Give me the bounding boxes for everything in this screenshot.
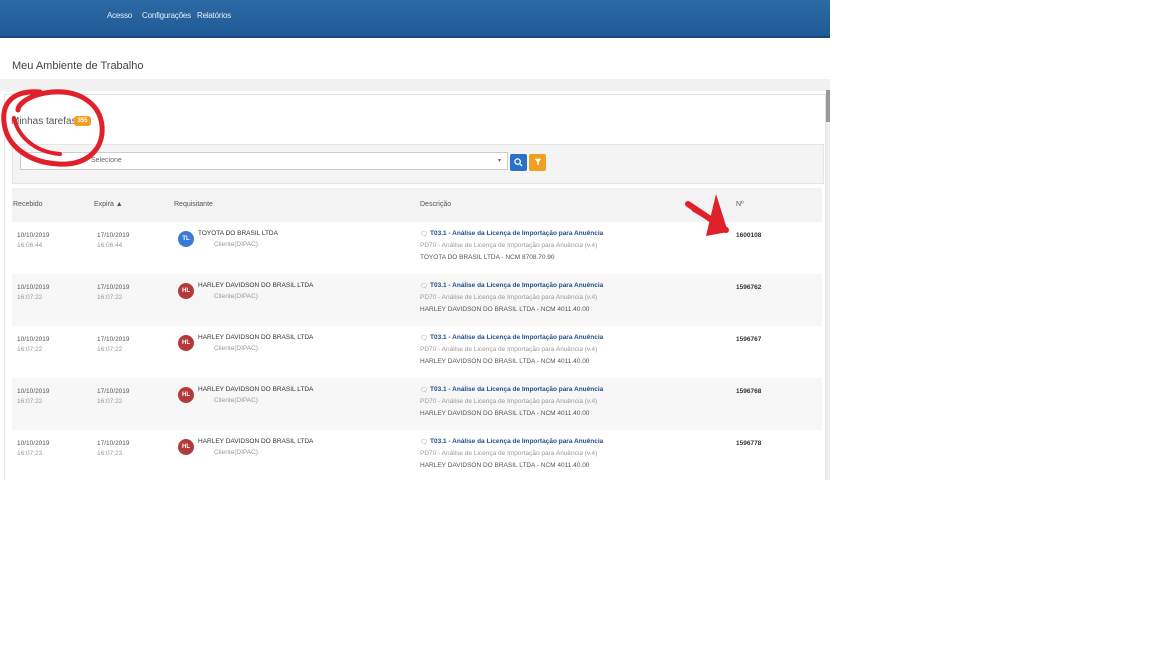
- received-time: 16:07:22: [17, 346, 43, 353]
- comment-icon: 🗨: [420, 231, 429, 238]
- col-numero[interactable]: Nº: [736, 201, 744, 208]
- task-title-link[interactable]: T03.1 - Análise da Licença de Importação…: [430, 334, 603, 341]
- task-detail: HARLEY DAVIDSON DO BRASIL LTDA - NCM 401…: [420, 462, 590, 469]
- task-process: PD70 - Análise de Licença de Importação …: [420, 450, 598, 457]
- scrollbar-thumb[interactable]: [826, 90, 830, 122]
- expires-date: 17/10/2019: [97, 232, 130, 239]
- requester-role: Cliente(DIPAC): [214, 241, 258, 248]
- requester-role: Cliente(DIPAC): [214, 293, 258, 300]
- requester-role: Cliente(DIPAC): [214, 449, 258, 456]
- page-title: Meu Ambiente de Trabalho: [12, 60, 144, 72]
- table-row[interactable]: [12, 222, 822, 274]
- filter-button[interactable]: [529, 154, 546, 171]
- expires-time: 16:07:23: [97, 450, 123, 457]
- table-row[interactable]: [12, 378, 822, 430]
- received-date: 10/10/2019: [17, 232, 50, 239]
- table-row[interactable]: [12, 274, 822, 326]
- task-process: PD70 - Análise de Licença de Importação …: [420, 398, 598, 405]
- expires-time: 16:07:22: [97, 346, 123, 353]
- task-title-link[interactable]: T03.1 - Análise da Licença de Importação…: [430, 282, 603, 289]
- filter-select-value: Selecione: [91, 157, 122, 164]
- requester-name: HARLEY DAVIDSON DO BRASIL LTDA: [198, 386, 314, 393]
- table-row[interactable]: [12, 326, 822, 378]
- received-time: 16:07:23: [17, 450, 43, 457]
- task-process: PD70 - Análise de Licença de Importação …: [420, 346, 598, 353]
- col-descricao[interactable]: Descrição: [420, 201, 451, 208]
- task-process: PD70 - Análise de Licença de Importação …: [420, 242, 598, 249]
- nav-relatorios[interactable]: Relatórios: [197, 11, 231, 20]
- received-time: 16:07:22: [17, 398, 43, 405]
- comment-icon: 🗨: [420, 387, 429, 394]
- avatar: HL: [178, 439, 194, 455]
- divider-band: [0, 79, 830, 91]
- avatar: HL: [178, 283, 194, 299]
- task-number: 1596778: [736, 440, 762, 447]
- requester-name: HARLEY DAVIDSON DO BRASIL LTDA: [198, 438, 314, 445]
- task-title-link[interactable]: T03.1 - Análise da Licença de Importação…: [430, 386, 603, 393]
- avatar: TL: [178, 231, 194, 247]
- task-number: 1596762: [736, 284, 762, 291]
- received-date: 10/10/2019: [17, 440, 50, 447]
- task-detail: HARLEY DAVIDSON DO BRASIL LTDA - NCM 401…: [420, 358, 590, 365]
- table-row[interactable]: [12, 430, 822, 480]
- expires-date: 17/10/2019: [97, 440, 130, 447]
- expires-date: 17/10/2019: [97, 388, 130, 395]
- task-detail: TOYOTA DO BRASIL LTDA - NCM 8708.70.90: [420, 254, 555, 261]
- requester-role: Cliente(DIPAC): [214, 345, 258, 352]
- task-number: 1600108: [736, 232, 762, 239]
- received-date: 10/10/2019: [17, 336, 50, 343]
- chevron-down-icon: ▾: [497, 158, 501, 164]
- col-recebido[interactable]: Recebido: [13, 201, 43, 208]
- task-detail: HARLEY DAVIDSON DO BRASIL LTDA - NCM 401…: [420, 410, 590, 417]
- expires-date: 17/10/2019: [97, 336, 130, 343]
- task-process: PD70 - Análise de Licença de Importação …: [420, 294, 598, 301]
- expires-time: 16:07:22: [97, 294, 123, 301]
- avatar: HL: [178, 387, 194, 403]
- expires-time: 16:06:44: [97, 242, 123, 249]
- task-detail: HARLEY DAVIDSON DO BRASIL LTDA - NCM 401…: [420, 306, 590, 313]
- requester-role: Cliente(DIPAC): [214, 397, 258, 404]
- search-button[interactable]: [510, 154, 527, 171]
- task-title-link[interactable]: T03.1 - Análise da Licença de Importação…: [430, 438, 603, 445]
- received-date: 10/10/2019: [17, 388, 50, 395]
- task-count-badge: 355: [74, 116, 91, 126]
- avatar: HL: [178, 335, 194, 351]
- task-number: 1596767: [736, 336, 762, 343]
- table-header: [12, 188, 822, 222]
- requester-name: HARLEY DAVIDSON DO BRASIL LTDA: [198, 334, 314, 341]
- task-number: 1596768: [736, 388, 762, 395]
- comment-icon: 🗨: [420, 335, 429, 342]
- requester-name: HARLEY DAVIDSON DO BRASIL LTDA: [198, 282, 314, 289]
- screenshot-area: Acesso Configurações Relatórios Meu Ambi…: [0, 0, 830, 480]
- filter-select[interactable]: Selecione ▾: [20, 152, 508, 170]
- expires-date: 17/10/2019: [97, 284, 130, 291]
- scrollbar[interactable]: [826, 90, 830, 480]
- received-date: 10/10/2019: [17, 284, 50, 291]
- nav-configuracoes[interactable]: Configurações: [142, 11, 191, 20]
- nav-acesso[interactable]: Acesso: [107, 11, 132, 20]
- comment-icon: 🗨: [420, 283, 429, 290]
- col-requisitante[interactable]: Requisitante: [174, 201, 213, 208]
- top-navbar: Acesso Configurações Relatórios: [0, 0, 830, 38]
- task-title-link[interactable]: T03.1 - Análise da Licença de Importação…: [430, 230, 603, 237]
- search-icon: [514, 158, 523, 167]
- col-expira[interactable]: Expira ▲: [94, 201, 123, 208]
- received-time: 16:07:22: [17, 294, 43, 301]
- received-time: 16:06:44: [17, 242, 43, 249]
- expires-time: 16:07:22: [97, 398, 123, 405]
- comment-icon: 🗨: [420, 439, 429, 446]
- filter-icon: [534, 158, 541, 166]
- requester-name: TOYOTA DO BRASIL LTDA: [198, 230, 278, 237]
- panel-heading: Minhas tarefas: [11, 116, 77, 127]
